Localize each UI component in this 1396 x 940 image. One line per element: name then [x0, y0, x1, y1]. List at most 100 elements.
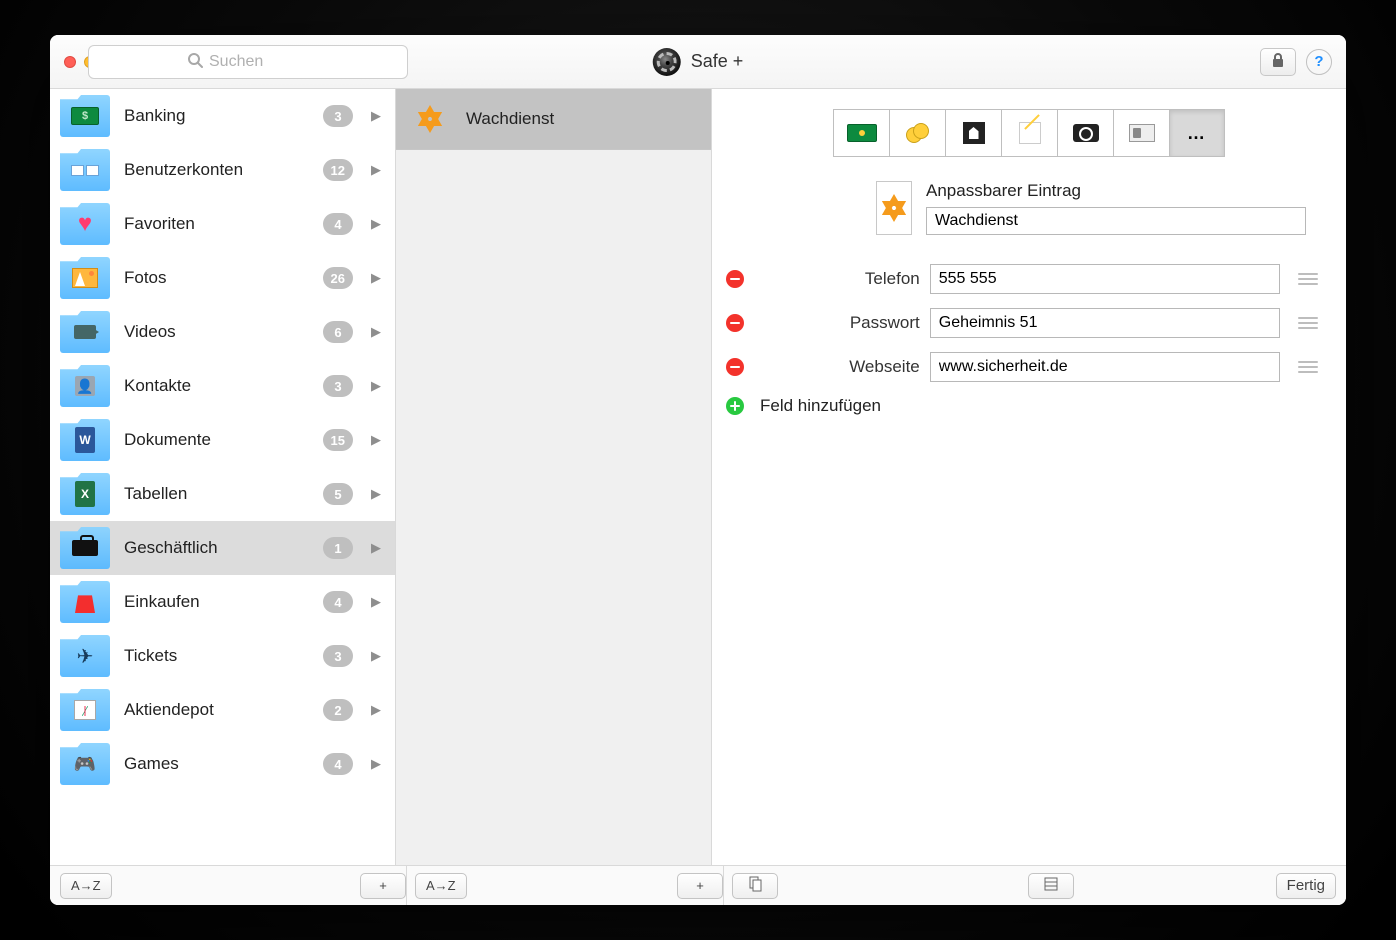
heart-icon: ♥: [70, 213, 100, 235]
type-camera[interactable]: [1057, 109, 1113, 157]
sort-entries-button[interactable]: A→Z: [415, 873, 467, 899]
folder-icon: [60, 689, 110, 731]
search-input[interactable]: [209, 53, 309, 71]
field-value-input[interactable]: [930, 352, 1280, 382]
folder-icon: [60, 257, 110, 299]
item-count-badge: 3: [323, 105, 353, 127]
item-count-badge: 15: [323, 429, 353, 451]
remove-field-button[interactable]: [726, 358, 744, 376]
type-note[interactable]: [1001, 109, 1057, 157]
sidebar-item-tickets[interactable]: ✈Tickets3▶: [50, 629, 395, 683]
chevron-right-icon: ▶: [371, 702, 381, 718]
sidebar-item-label: Banking: [124, 106, 309, 126]
field-value-input[interactable]: [930, 264, 1280, 294]
sidebar-item-label: Kontakte: [124, 376, 309, 396]
field-row: Telefon: [712, 257, 1346, 301]
sort-categories-button[interactable]: A→Z: [60, 873, 112, 899]
item-count-badge: 6: [323, 321, 353, 343]
add-field-label: Feld hinzufügen: [760, 396, 881, 416]
credit-card-icon: [847, 124, 877, 142]
done-button[interactable]: Fertig: [1276, 873, 1336, 899]
note-icon: [1019, 122, 1041, 144]
sidebar-item-label: Aktiendepot: [124, 700, 309, 720]
type-custom[interactable]: …: [1169, 109, 1225, 157]
folder-icon: ♥: [60, 203, 110, 245]
sidebar-item-aktiendepot[interactable]: Aktiendepot 2 ▶: [50, 683, 395, 737]
detail-pane: … Anpassbarer Eintrag TelefonPasswortW: [712, 89, 1346, 865]
more-icon: …: [1187, 123, 1207, 144]
add-field-row[interactable]: Feld hinzufügen: [712, 389, 1346, 423]
entry-icon-large[interactable]: [876, 181, 912, 235]
sidebar-item-geschäftlich[interactable]: Geschäftlich1▶: [50, 521, 395, 575]
help-button[interactable]: ?: [1306, 49, 1332, 75]
item-count-badge: 26: [323, 267, 353, 289]
sidebar-item-games[interactable]: 🎮Games4▶: [50, 737, 395, 791]
sidebar-item-label: Videos: [124, 322, 309, 342]
type-contact-card[interactable]: [1113, 109, 1169, 157]
field-row: Webseite: [712, 345, 1346, 389]
lock-button[interactable]: [1260, 48, 1296, 76]
entry-name-input[interactable]: [926, 207, 1306, 235]
item-count-badge: 4: [323, 591, 353, 613]
entry-item-label: Wachdienst: [466, 109, 554, 129]
chevron-right-icon: ▶: [371, 756, 381, 772]
safe-dial-icon: [653, 48, 681, 76]
search-field[interactable]: [88, 45, 408, 79]
remove-field-button[interactable]: [726, 314, 744, 332]
item-count-badge: 3: [323, 645, 353, 667]
excel-icon: X: [70, 483, 100, 505]
remove-field-button[interactable]: [726, 270, 744, 288]
sidebar-item-einkaufen[interactable]: Einkaufen4▶: [50, 575, 395, 629]
folder-icon: W: [60, 419, 110, 461]
chevron-right-icon: ▶: [371, 216, 381, 232]
chevron-right-icon: ▶: [371, 432, 381, 448]
sidebar-item-videos[interactable]: Videos 6 ▶: [50, 305, 395, 359]
sidebar-item-label: Benutzerkonten: [124, 160, 309, 180]
field-value-input[interactable]: [930, 308, 1280, 338]
video-icon: [70, 321, 100, 343]
category-sidebar: $ Banking 3 ▶ Benutzerkonten12▶♥Favoriten4▶F…: [50, 89, 396, 865]
list-view-button[interactable]: [1028, 873, 1074, 899]
folder-icon: [60, 149, 110, 191]
drag-handle-icon[interactable]: [1298, 270, 1318, 288]
entry-list: Wachdienst: [396, 89, 712, 865]
window-title: Safe +: [653, 48, 744, 76]
sidebar-item-favoriten[interactable]: ♥Favoriten4▶: [50, 197, 395, 251]
item-count-badge: 2: [323, 699, 353, 721]
drag-handle-icon[interactable]: [1298, 358, 1318, 376]
chevron-right-icon: ▶: [371, 108, 381, 124]
sidebar-item-fotos[interactable]: Fotos26▶: [50, 251, 395, 305]
sidebar-item-banking[interactable]: $ Banking 3 ▶: [50, 89, 395, 143]
chevron-right-icon: ▶: [371, 324, 381, 340]
sidebar-item-dokumente[interactable]: WDokumente15▶: [50, 413, 395, 467]
entry-item[interactable]: Wachdienst: [396, 89, 711, 150]
stocks-icon: [70, 699, 100, 721]
type-banking[interactable]: [889, 109, 945, 157]
folder-icon: [60, 581, 110, 623]
close-window-button[interactable]: [64, 56, 76, 68]
copy-button[interactable]: [732, 873, 778, 899]
sidebar-item-tabellen[interactable]: XTabellen5▶: [50, 467, 395, 521]
bag-icon: [70, 591, 100, 613]
sidebar-item-benutzerkonten[interactable]: Benutzerkonten12▶: [50, 143, 395, 197]
word-icon: W: [70, 429, 100, 451]
add-category-button[interactable]: +: [360, 873, 406, 899]
add-entry-button[interactable]: +: [677, 873, 723, 899]
field-row: Passwort: [712, 301, 1346, 345]
sidebar-item-label: Tickets: [124, 646, 309, 666]
copy-icon: [747, 876, 763, 895]
folder-icon: $: [60, 95, 110, 137]
search-icon: [187, 52, 203, 73]
type-people[interactable]: [945, 109, 1001, 157]
people-icon: [963, 122, 985, 144]
drag-handle-icon[interactable]: [1298, 314, 1318, 332]
contact-icon: 👤: [70, 375, 100, 397]
folder-icon: 🎮: [60, 743, 110, 785]
gamepad-icon: 🎮: [70, 753, 100, 775]
type-credit-card[interactable]: [833, 109, 889, 157]
item-count-badge: 4: [323, 753, 353, 775]
add-field-button[interactable]: [726, 397, 744, 415]
app-window: Safe + ? $ Banking 3 ▶ Benutzerkonten12▶♥Fav…: [50, 35, 1346, 905]
plane-icon: ✈: [70, 645, 100, 667]
sidebar-item-kontakte[interactable]: 👤Kontakte3▶: [50, 359, 395, 413]
